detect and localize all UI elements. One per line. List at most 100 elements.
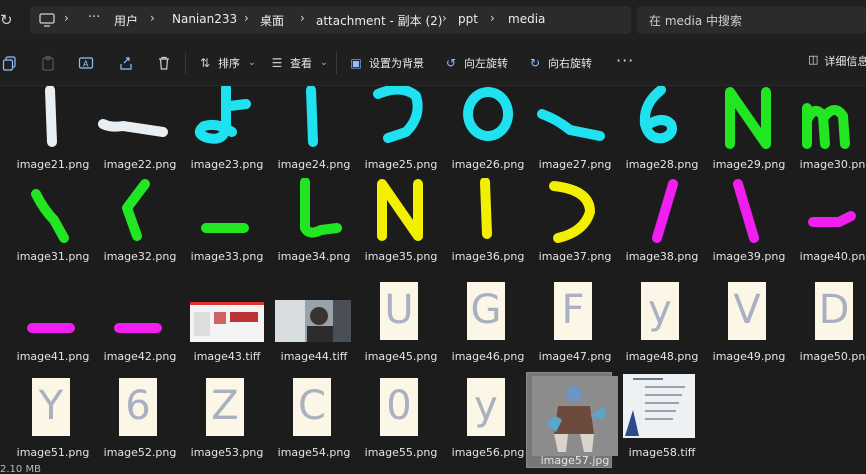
letter-thumbnail: 6 [119, 378, 157, 436]
stroke-path [480, 177, 492, 239]
crumb-users[interactable]: 用户 [114, 12, 138, 29]
set-background-button[interactable]: ▣ 设置为背景 [349, 53, 424, 73]
more-crumbs-button[interactable]: ··· [88, 10, 100, 25]
letter-thumbnail: V [728, 282, 766, 340]
stroke-path [98, 119, 168, 137]
rotate-right-button[interactable]: ↻ 向右旋转 [528, 53, 592, 73]
refresh-icon[interactable]: ↻ [0, 11, 16, 29]
rotate-right-label: 向右旋转 [548, 57, 592, 70]
file-name: image30.png [799, 158, 866, 171]
letter-thumbnail: Y [32, 378, 70, 436]
stroke-thumbnail [27, 323, 75, 333]
crumb-user[interactable]: Nanian233 [172, 12, 237, 26]
status-bar-text: 2.10 MB [0, 464, 41, 474]
crumb-ppt[interactable]: ppt [458, 12, 478, 26]
stroke-thumbnail [45, 85, 57, 147]
file-thumbnail [793, 178, 866, 244]
file-thumbnail [184, 83, 270, 152]
stroke-thumbnail [733, 179, 759, 243]
crumb-media[interactable]: media [508, 12, 545, 26]
file-thumbnail [271, 278, 357, 344]
file-name: image41.png [16, 350, 90, 363]
file-name: image33.png [190, 250, 264, 263]
file-thumbnail [271, 85, 357, 152]
file-name: image48.png [625, 350, 699, 363]
chevron-right-icon[interactable]: › [150, 11, 155, 25]
stroke-thumbnail [725, 87, 771, 149]
stroke-path [122, 179, 150, 241]
letter-glyph: U [384, 287, 414, 333]
file-name: image57.jpg [540, 454, 610, 467]
file-name: image22.png [103, 158, 177, 171]
file-thumbnail: F [532, 278, 618, 344]
file-thumbnail: C [271, 374, 357, 440]
stroke-path [725, 87, 771, 149]
file-name: image50.png [799, 350, 866, 363]
rename-icon[interactable]: A [78, 55, 94, 71]
delete-icon[interactable] [156, 55, 172, 71]
stroke-thumbnail [377, 179, 423, 241]
file-thumbnail [445, 86, 531, 152]
view-button[interactable]: ☰ 查看 ⌄ [270, 53, 328, 73]
stroke-thumbnail [98, 119, 168, 137]
file-name: image25.png [364, 158, 438, 171]
file-name: image58.tiff [628, 446, 696, 459]
file-name: image32.png [103, 250, 177, 263]
letter-thumbnail: F [554, 282, 592, 340]
chevron-right-icon[interactable]: › [300, 11, 305, 25]
letter-thumbnail: y [467, 378, 505, 436]
letter-glyph: Z [211, 383, 239, 429]
file-thumbnail [532, 86, 618, 152]
details-button[interactable]: ◫ 详细信息 [808, 53, 866, 69]
file-name: image34.png [277, 250, 351, 263]
file-name: image28.png [625, 158, 699, 171]
file-thumbnail [793, 86, 866, 152]
sort-button[interactable]: ⇅ 排序 ⌄ [198, 53, 256, 73]
crumb-attachment[interactable]: attachment - 副本 (2) [316, 12, 442, 29]
screenshot-thumbnail [190, 302, 264, 342]
address-row: ↻ › ··· 用户 › Nanian233 › 桌面 › attachment… [0, 0, 866, 40]
chevron-right-icon[interactable]: › [244, 11, 249, 25]
stroke-path [652, 179, 678, 243]
svg-text:A: A [83, 60, 89, 69]
file-thumbnail [358, 178, 444, 244]
file-name: image46.png [451, 350, 525, 363]
stroke-path [45, 85, 57, 147]
crumb-desktop[interactable]: 桌面 [260, 12, 284, 29]
file-thumbnail: 6 [97, 374, 183, 440]
paste-icon[interactable] [40, 55, 56, 71]
file-thumbnail [445, 177, 531, 244]
file-name: image51.png [16, 446, 90, 459]
file-name: image49.png [712, 350, 786, 363]
file-name: image21.png [16, 158, 90, 171]
share-icon[interactable] [118, 55, 134, 71]
more-options-icon[interactable]: ··· [616, 51, 634, 70]
image-icon: ▣ [350, 56, 362, 70]
file-thumbnail [10, 178, 96, 244]
copy-icon[interactable] [2, 55, 18, 71]
stroke-thumbnail [639, 85, 677, 144]
file-grid: image21.png image22.png image23.png image24… [0, 83, 866, 474]
stroke-path [639, 85, 677, 144]
address-bar[interactable]: › ··· 用户 › Nanian233 › 桌面 › attachment -… [30, 6, 631, 34]
stroke-thumbnail [194, 83, 251, 144]
stroke-path [808, 211, 856, 227]
letter-glyph: F [561, 287, 585, 333]
chevron-right-icon[interactable]: › [64, 11, 69, 25]
file-name: image52.png [103, 446, 177, 459]
file-name: image45.png [364, 350, 438, 363]
chevron-right-icon[interactable]: › [442, 11, 447, 25]
letter-thumbnail: Z [206, 378, 244, 436]
this-pc-icon[interactable] [39, 13, 55, 27]
rotate-left-icon: ↺ [445, 56, 457, 70]
rotate-left-button[interactable]: ↺ 向左旋转 [444, 53, 508, 73]
stroke-path [306, 85, 318, 147]
file-thumbnail: G [445, 278, 531, 344]
stroke-path [733, 179, 759, 243]
letter-glyph: 6 [125, 383, 151, 429]
file-thumbnail [619, 85, 705, 152]
file-name: image36.png [451, 250, 525, 263]
search-input[interactable]: 在 media 中搜索 [637, 6, 866, 34]
chevron-right-icon[interactable]: › [490, 11, 495, 25]
letter-thumbnail: C [293, 378, 331, 436]
